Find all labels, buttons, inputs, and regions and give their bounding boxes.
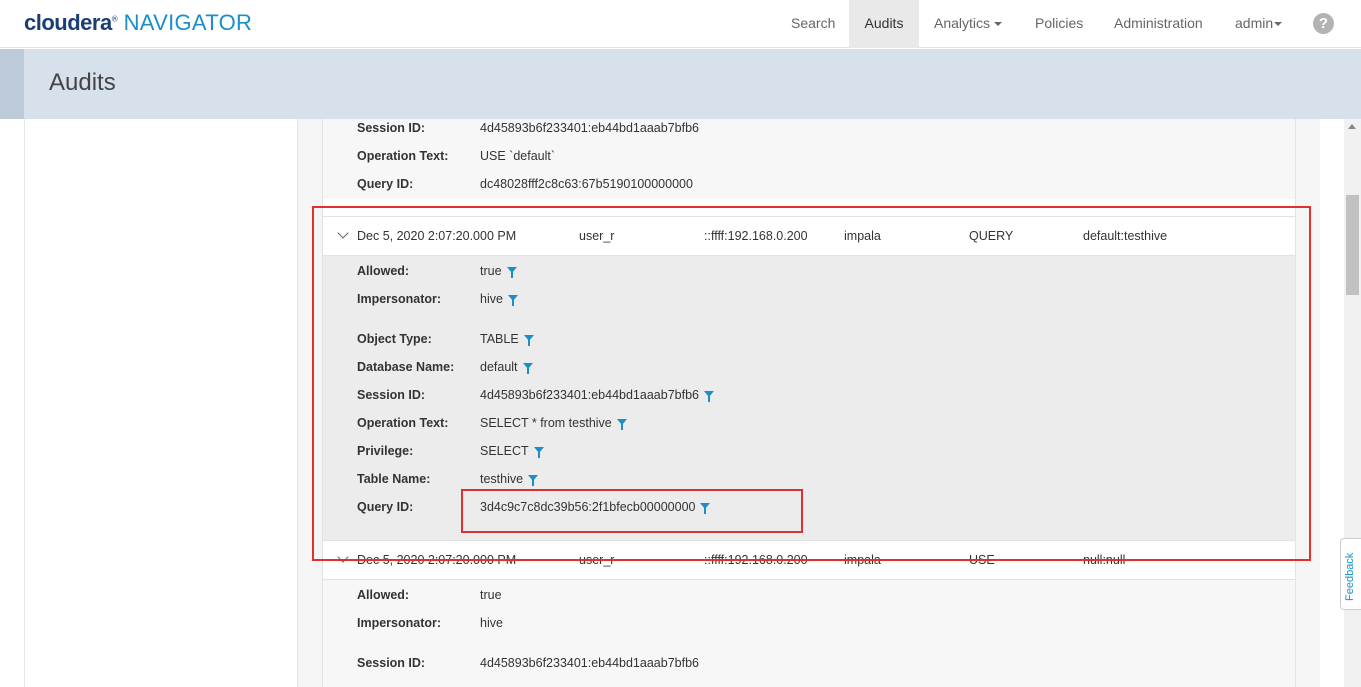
filter-icon[interactable]	[522, 363, 533, 374]
event-operation: USE	[969, 553, 995, 567]
nav-audits[interactable]: Audits	[849, 0, 919, 48]
event-details-previous: Session ID: 4d45893b6f233401:eb44bd1aaab7…	[323, 119, 1295, 199]
event-operation: QUERY	[969, 229, 1014, 243]
nav-user-menu[interactable]: admin	[1235, 0, 1283, 48]
page-header: Audits	[0, 49, 1361, 119]
filter-icon[interactable]	[616, 419, 627, 430]
audit-results-list: Session ID: 4d45893b6f233401:eb44bd1aaab7…	[322, 119, 1296, 687]
event-details: Allowed: true Impersonator: hive Object Ty…	[323, 256, 1295, 540]
user-name: admin	[1235, 15, 1274, 31]
nav-policies[interactable]: Policies	[1035, 0, 1083, 48]
event-resource: default:testhive	[1083, 229, 1168, 243]
event-service: impala	[844, 229, 881, 243]
filter-icon[interactable]	[528, 475, 539, 486]
event-time: Dec 5, 2020 2:07:20.000 PM	[357, 553, 517, 567]
event-time: Dec 5, 2020 2:07:20.000 PM	[357, 229, 517, 243]
nav-search[interactable]: Search	[791, 0, 835, 48]
filter-icon[interactable]	[533, 447, 544, 458]
event-user: user_r	[579, 553, 615, 567]
scroll-up-arrow-icon[interactable]	[1348, 124, 1356, 129]
chevron-down-icon	[994, 22, 1003, 27]
nav-administration[interactable]: Administration	[1114, 0, 1203, 48]
filter-icon[interactable]	[506, 267, 517, 278]
audit-event-row[interactable]: Dec 5, 2020 2:07:20.000 PM user_r ::ffff…	[323, 540, 1295, 580]
audit-event-row[interactable]: Dec 5, 2020 2:07:20.000 PM user_r ::ffff…	[323, 216, 1295, 256]
brand-name: cloudera	[24, 10, 112, 35]
nav-analytics-label: Analytics	[934, 15, 991, 31]
cloudera-navigator-logo[interactable]: cloudera® NAVIGATOR	[24, 10, 252, 36]
filter-panel	[24, 119, 298, 687]
filter-icon[interactable]	[507, 295, 518, 306]
filter-icon[interactable]	[703, 391, 714, 402]
event-service: impala	[844, 553, 881, 567]
event-resource: null:null	[1083, 553, 1126, 567]
feedback-label: Feedback	[1344, 552, 1356, 601]
brand-reg-mark: ®	[111, 14, 118, 24]
event-user: user_r	[579, 229, 615, 243]
event-ip: ::ffff:192.168.0.200	[704, 553, 808, 567]
help-icon[interactable]: ?	[1313, 13, 1334, 34]
brand-product: NAVIGATOR	[123, 10, 253, 35]
top-navbar: cloudera® NAVIGATOR Search Audits Analyti…	[0, 0, 1361, 48]
filter-icon[interactable]	[523, 335, 534, 346]
nav-analytics[interactable]: Analytics	[934, 0, 1003, 48]
filter-icon[interactable]	[700, 503, 711, 514]
main-content: Session ID: 4d45893b6f233401:eb44bd1aaab7…	[298, 119, 1320, 687]
header-accent-bar	[0, 49, 24, 119]
feedback-tab[interactable]: Feedback	[1340, 538, 1361, 610]
event-details: Allowed: true Impersonator: hive Session I…	[323, 580, 1295, 687]
chevron-down-icon[interactable]	[337, 227, 349, 239]
chevron-down-icon[interactable]	[337, 551, 349, 563]
event-ip: ::ffff:192.168.0.200	[704, 229, 808, 243]
chevron-down-icon	[1274, 22, 1283, 27]
scrollbar-thumb[interactable]	[1346, 195, 1359, 295]
page-title: Audits	[49, 69, 116, 96]
